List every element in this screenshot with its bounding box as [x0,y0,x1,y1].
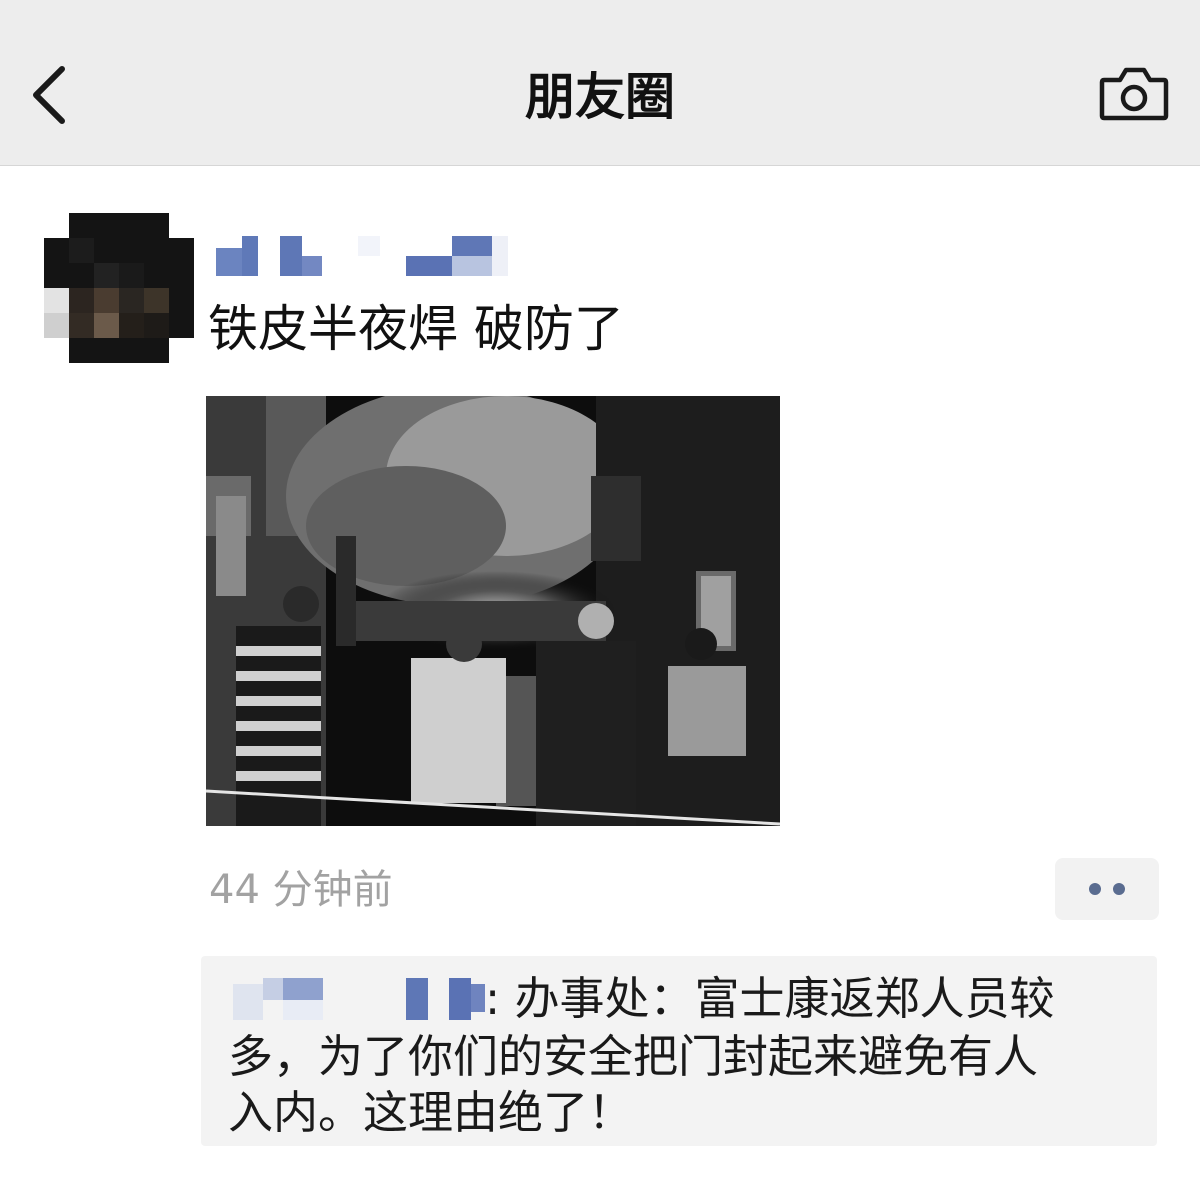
post-timestamp: 44 分钟前 [209,867,393,913]
more-dots-icon [1089,883,1101,895]
page-title: 朋友圈 [525,68,675,126]
more-dots-icon-2 [1113,883,1125,895]
comment-box: : 办事处：富士康返郑人员较 多，为了你们的安全把门封起来避免有人 入内。这理由… [201,956,1157,1146]
camera-icon [1099,67,1169,121]
camera-button[interactable] [1096,62,1172,126]
more-actions-button[interactable] [1055,858,1159,920]
comment-text-line-1: : 办事处：富士康返郑人员较 [485,972,1055,1025]
avatar[interactable] [44,213,194,363]
post-author-name[interactable] [210,228,520,284]
post-text: 铁皮半夜焊 破防了 [208,300,624,358]
post-photo[interactable] [206,396,780,826]
nav-bar: 朋友圈 [0,0,1200,166]
comment-author-name[interactable] [231,978,493,1024]
comment-text-line-3: 入内。这理由绝了！ [228,1086,634,1139]
comment-text-line-2: 多，为了你们的安全把门封起来避免有人 [228,1030,1039,1083]
